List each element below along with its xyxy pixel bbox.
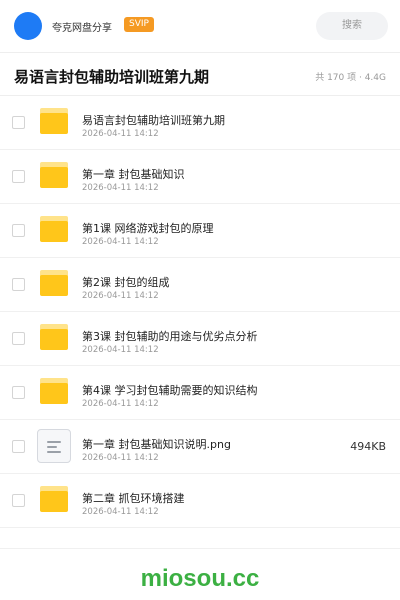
page-title: 易语言封包辅助培训班第九期 [14, 68, 210, 86]
folder-meta: 共 170 项 · 4.4G [315, 73, 386, 83]
row-checkbox[interactable] [12, 116, 25, 129]
list-item[interactable]: 第1课 网络游戏封包的原理 2026-04-11 14:12 [0, 204, 400, 258]
row-checkbox[interactable] [12, 224, 25, 237]
item-date: 2026-04-11 14:12 [82, 507, 159, 517]
list-item[interactable]: 第3课 封包辅助的用途与优劣点分析 2026-04-11 14:12 [0, 312, 400, 366]
svip-badge: SVIP [124, 17, 154, 32]
list-item[interactable]: 第4课 学习封包辅助需要的知识结构 2026-04-11 14:12 [0, 366, 400, 420]
item-date: 2026-04-11 14:12 [82, 291, 159, 301]
row-checkbox[interactable] [12, 278, 25, 291]
list-item[interactable]: 第二章 抓包环境搭建 2026-04-11 14:12 [0, 474, 400, 528]
footer: miosou.cc [0, 548, 400, 600]
file-list: 易语言封包辅助培训班第九期 2026-04-11 14:12 第一章 封包基础知… [0, 96, 400, 528]
item-name: 第1课 网络游戏封包的原理 [82, 222, 214, 235]
item-name: 第4课 学习封包辅助需要的知识结构 [82, 384, 258, 397]
list-item[interactable]: 第一章 封包基础知识说明.png 2026-04-11 14:12 494KB [0, 420, 400, 474]
item-date: 2026-04-11 14:12 [82, 237, 159, 247]
folder-icon [40, 162, 68, 188]
folder-icon [40, 270, 68, 296]
header-divider [0, 52, 400, 53]
document-icon [37, 429, 71, 463]
list-item[interactable]: 第2课 封包的组成 2026-04-11 14:12 [0, 258, 400, 312]
item-name: 第一章 封包基础知识说明.png [82, 438, 231, 451]
item-name: 第2课 封包的组成 [82, 276, 170, 289]
item-date: 2026-04-11 14:12 [82, 345, 159, 355]
folder-icon [40, 378, 68, 404]
item-name: 第二章 抓包环境搭建 [82, 492, 185, 505]
owner-name: 夸克网盘分享 [52, 23, 112, 34]
folder-icon [40, 108, 68, 134]
row-checkbox[interactable] [12, 440, 25, 453]
list-item[interactable]: 第一章 封包基础知识 2026-04-11 14:12 [0, 150, 400, 204]
item-date: 2026-04-11 14:12 [82, 129, 159, 139]
list-item[interactable]: 易语言封包辅助培训班第九期 2026-04-11 14:12 [0, 96, 400, 150]
folder-icon [40, 486, 68, 512]
folder-icon [40, 216, 68, 242]
item-name: 第3课 封包辅助的用途与优劣点分析 [82, 330, 258, 343]
item-name: 易语言封包辅助培训班第九期 [82, 114, 225, 127]
row-checkbox[interactable] [12, 332, 25, 345]
row-checkbox[interactable] [12, 494, 25, 507]
item-name: 第一章 封包基础知识 [82, 168, 185, 181]
item-date: 2026-04-11 14:12 [82, 399, 159, 409]
watermark: miosou.cc [140, 565, 260, 592]
row-checkbox[interactable] [12, 386, 25, 399]
item-date: 2026-04-11 14:12 [82, 183, 159, 193]
app-header: 夸克网盘分享 SVIP 搜索 [0, 0, 400, 52]
item-date: 2026-04-11 14:12 [82, 453, 159, 463]
file-size: 494KB [350, 440, 386, 453]
folder-icon [40, 324, 68, 350]
avatar[interactable] [14, 12, 42, 40]
row-checkbox[interactable] [12, 170, 25, 183]
search-button[interactable]: 搜索 [316, 12, 388, 40]
